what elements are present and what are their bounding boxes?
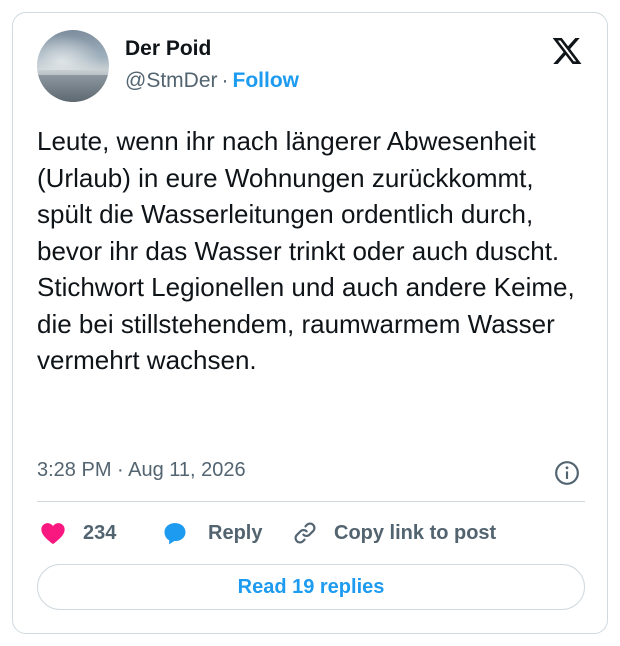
author-handle[interactable]: @StmDer — [125, 69, 218, 92]
author-display-name[interactable]: Der Poid — [125, 37, 211, 61]
reply-label: Reply — [208, 521, 263, 544]
avatar-sea — [37, 74, 109, 102]
reply-button[interactable]: Reply — [160, 518, 262, 548]
speech-bubble-icon — [164, 523, 186, 545]
link-icon — [294, 522, 316, 544]
copy-link-label: Copy link to post — [334, 521, 497, 544]
tweet-timestamp[interactable]: 3:28 PM · Aug 11, 2026 — [37, 459, 246, 482]
read-replies-button[interactable]: Read 19 replies — [37, 564, 585, 610]
author-handle-row: @StmDer · Follow — [125, 69, 299, 93]
follow-button[interactable]: Follow — [233, 69, 300, 92]
tweet-text: Leute, wenn ihr nach längerer Abwesenhei… — [37, 126, 575, 375]
copy-link-button[interactable]: Copy link to post — [292, 518, 496, 548]
separator-dot: · — [221, 69, 229, 92]
divider — [37, 501, 585, 502]
like-button[interactable]: 234 — [39, 518, 116, 548]
avatar[interactable] — [37, 30, 109, 102]
x-logo-icon[interactable] — [551, 35, 583, 67]
avatar-sky — [37, 30, 109, 70]
heart-icon — [41, 523, 65, 544]
like-count: 234 — [83, 521, 117, 544]
tweet-card: Der Poid @StmDer · Follow Leute, wenn ihr … — [12, 12, 608, 634]
info-icon[interactable] — [554, 460, 580, 486]
